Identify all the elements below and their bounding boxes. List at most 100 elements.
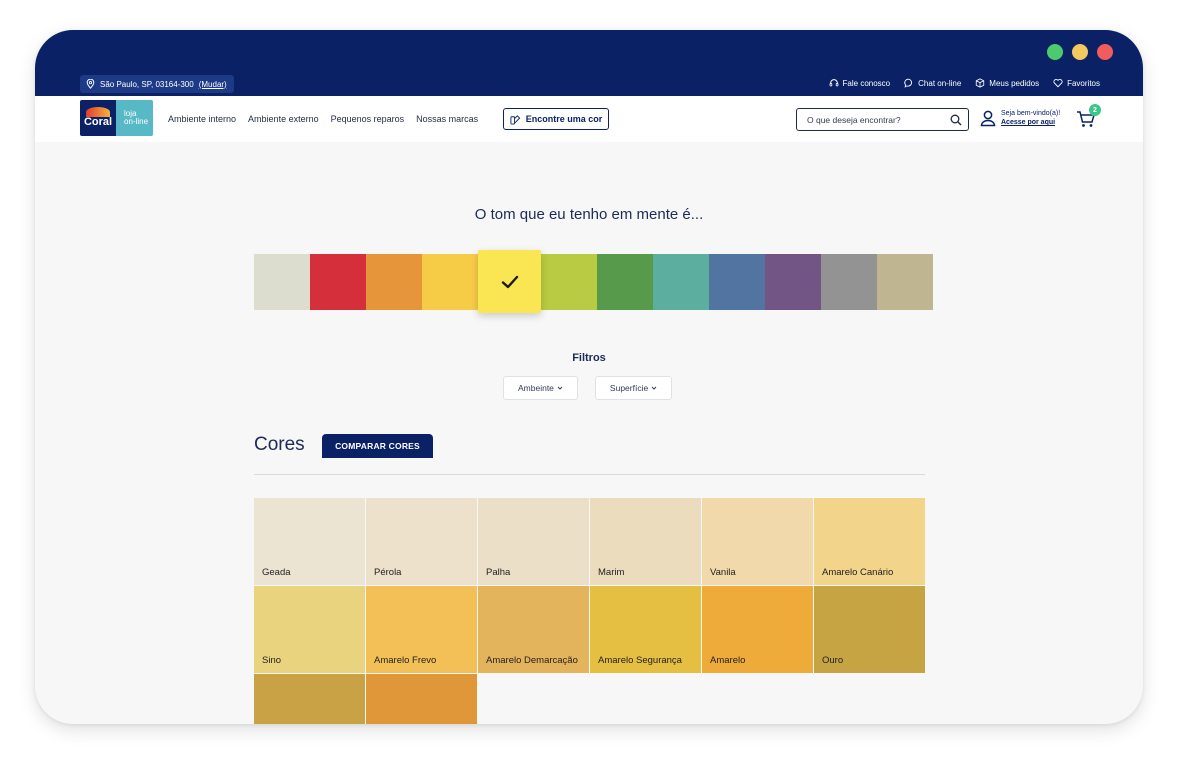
chat-label: Chat on-line xyxy=(918,78,962,88)
palette-swatch[interactable] xyxy=(310,254,366,310)
search-icon[interactable] xyxy=(950,114,962,126)
hero-title: O tom que eu tenho em mente é... xyxy=(474,206,704,223)
palette-swatch[interactable] xyxy=(709,254,765,310)
login-link[interactable]: Acesse por aqui xyxy=(1001,118,1060,127)
color-tile-label: Geada xyxy=(262,567,291,578)
search-input[interactable]: O que deseja encontrar? xyxy=(796,108,969,131)
color-tile[interactable]: Amarelo Segurança xyxy=(590,586,701,673)
palette-swatch[interactable] xyxy=(422,254,478,310)
color-tile-label: Vanila xyxy=(710,567,736,578)
user-icon xyxy=(980,110,996,127)
palette-swatch[interactable] xyxy=(821,254,877,310)
chat-bubble-icon xyxy=(904,78,913,88)
color-tile-label: Pérola xyxy=(374,567,402,578)
logo-online-text: on-line xyxy=(124,117,149,126)
account-text: Seja bem-vindo(a)! Acesse por aqui xyxy=(1001,109,1060,127)
color-tile[interactable]: Marim xyxy=(590,498,701,585)
favorites-link[interactable]: Favoritos xyxy=(1053,78,1100,88)
color-tile[interactable]: Ouro xyxy=(814,586,925,673)
filter-superficie-dropdown[interactable]: Superfície xyxy=(594,376,673,400)
color-tile-label: Amarelo Frevo xyxy=(374,655,437,666)
cart-button[interactable]: 2 xyxy=(1076,104,1101,130)
location-selector[interactable]: São Paulo, SP, 03164-300 (Mudar) xyxy=(80,75,234,93)
filter-ambiente-label: Ambeinte xyxy=(518,383,554,393)
color-tile-label: Palha xyxy=(486,567,511,578)
red-dot[interactable] xyxy=(1097,44,1113,60)
color-fan-icon xyxy=(510,114,521,125)
color-tile-label: Amarelo Segurança xyxy=(598,655,682,666)
palette-swatch[interactable] xyxy=(765,254,821,310)
color-tile[interactable] xyxy=(366,674,477,724)
color-tile[interactable]: Amarelo Canário xyxy=(814,498,925,585)
color-tile[interactable]: Amarelo xyxy=(702,586,813,673)
nav-item-nossas-marcas[interactable]: Nossas marcas xyxy=(416,114,478,124)
logo-swoosh-icon xyxy=(86,107,110,117)
account-greeting: Seja bem-vindo(a)! xyxy=(1001,110,1061,117)
color-tile[interactable]: Sino xyxy=(254,586,365,673)
color-tile-label: Amarelo Canário xyxy=(822,567,894,578)
chevron-down-icon xyxy=(557,386,563,390)
colors-section-title: Cores xyxy=(254,434,305,455)
palette-swatch[interactable] xyxy=(478,250,541,313)
search-placeholder: O que deseja encontrar? xyxy=(807,114,901,125)
cart-count-badge: 2 xyxy=(1089,104,1101,116)
color-tile-label: Amarelo Demarcação xyxy=(486,655,578,666)
browser-window: São Paulo, SP, 03164-300 (Mudar) Fale co… xyxy=(35,30,1143,724)
palette-swatch[interactable] xyxy=(653,254,709,310)
find-color-label: Encontre uma cor xyxy=(525,114,603,124)
section-divider xyxy=(254,474,925,475)
color-tile-label: Marim xyxy=(598,567,625,578)
filter-superficie-label: Superfície xyxy=(609,383,649,393)
palette-swatch[interactable] xyxy=(541,254,597,310)
palette-swatch[interactable] xyxy=(366,254,422,310)
palette-swatch[interactable] xyxy=(254,254,310,310)
logo-brand: Coral xyxy=(80,100,116,136)
location-text: São Paulo, SP, 03164-300 xyxy=(100,79,194,89)
filters-row: Ambeinte Superfície xyxy=(503,376,673,400)
utility-links: Fale conosco Chat on-line Meus pedidos F… xyxy=(829,78,1100,88)
find-color-button[interactable]: Encontre uma cor xyxy=(503,108,609,130)
coral-logo[interactable]: Coral loja on-line xyxy=(80,100,153,136)
category-nav: Ambiente interno Ambiente externo Pequen… xyxy=(168,114,478,124)
yellow-dot[interactable] xyxy=(1072,44,1088,60)
heart-icon xyxy=(1053,78,1063,88)
window-controls xyxy=(1047,44,1113,60)
color-tile[interactable]: Amarelo Demarcação xyxy=(478,586,589,673)
main-navbar: Coral loja on-line Ambiente interno Ambi… xyxy=(35,96,1143,142)
color-tile[interactable] xyxy=(254,674,365,724)
color-family-palette xyxy=(254,250,933,313)
check-icon xyxy=(501,275,518,288)
color-tile-label: Sino xyxy=(262,655,282,666)
color-tile[interactable]: Pérola xyxy=(366,498,477,585)
logo-brand-text: Coral xyxy=(83,116,113,128)
compare-colors-button[interactable]: COMPARAR CORES xyxy=(322,434,433,458)
box-icon xyxy=(976,78,985,88)
filters-title: Filtros xyxy=(572,352,606,364)
orders-link[interactable]: Meus pedidos xyxy=(975,78,1039,88)
color-tile[interactable]: Vanila xyxy=(702,498,813,585)
color-tile[interactable]: Geada xyxy=(254,498,365,585)
nav-item-pequenos-reparos[interactable]: Pequenos reparos xyxy=(331,114,405,124)
palette-swatch[interactable] xyxy=(597,254,653,310)
top-bar: São Paulo, SP, 03164-300 (Mudar) Fale co… xyxy=(35,30,1143,96)
nav-item-ambiente-externo[interactable]: Ambiente externo xyxy=(248,114,319,124)
chevron-down-icon xyxy=(651,386,657,390)
palette-swatch[interactable] xyxy=(877,254,933,310)
contact-label: Fale conosco xyxy=(842,78,891,88)
nav-item-ambiente-interno[interactable]: Ambiente interno xyxy=(168,114,236,124)
color-tile[interactable]: Amarelo Frevo xyxy=(366,586,477,673)
change-location-link[interactable]: (Mudar) xyxy=(199,80,227,89)
color-tile[interactable]: Palha xyxy=(478,498,589,585)
account-area[interactable]: Seja bem-vindo(a)! Acesse por aqui xyxy=(979,109,1060,127)
green-dot[interactable] xyxy=(1047,44,1063,60)
chat-link[interactable]: Chat on-line xyxy=(904,78,961,88)
colors-grid: Geada Pérola Palha Marim Vanila Amarelo Canár… xyxy=(254,498,926,724)
contact-link[interactable]: Fale conosco xyxy=(829,78,891,88)
color-tile-label: Amarelo xyxy=(710,655,746,666)
logo-store-badge: loja on-line xyxy=(116,100,153,136)
location-pin-icon xyxy=(86,79,95,89)
color-tile-label: Ouro xyxy=(822,655,844,666)
favorites-label: Favoritos xyxy=(1067,78,1100,88)
orders-label: Meus pedidos xyxy=(989,78,1040,88)
filter-ambiente-dropdown[interactable]: Ambeinte xyxy=(503,376,578,400)
